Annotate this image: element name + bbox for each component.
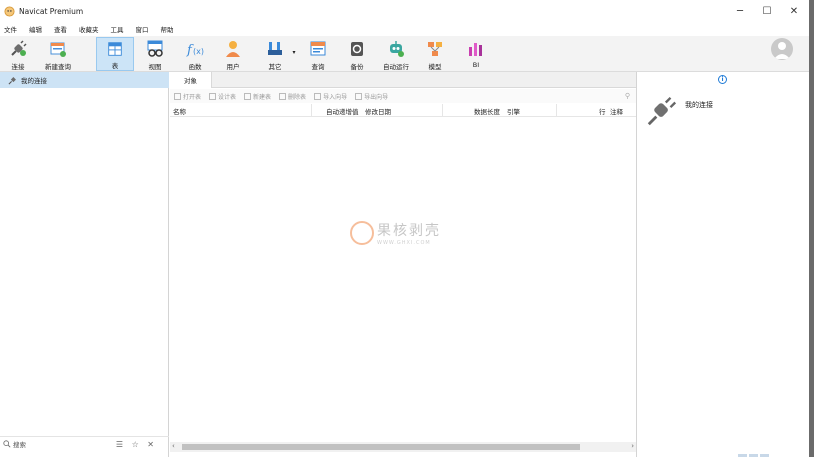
- watermark: 果核剥壳 WWW.GHXI.COM: [350, 220, 441, 246]
- tree-search-bar[interactable]: 搜索 ☰ ☆ ✕: [0, 436, 169, 451]
- object-panel: 对象 打开表 设计表 新建表 删除表 导入向导 导出向导 ⚲ 名称 自动递增值 …: [170, 72, 636, 457]
- plug-icon: [8, 76, 16, 84]
- design-table-button[interactable]: 设计表: [209, 92, 236, 101]
- column-modified-date[interactable]: 修改日期: [365, 104, 391, 117]
- table-icon: [108, 42, 122, 56]
- column-name[interactable]: 名称: [173, 104, 186, 117]
- view-button[interactable]: 视图: [140, 37, 170, 71]
- watermark-logo-icon: [350, 221, 374, 245]
- column-comment[interactable]: 注释: [610, 104, 623, 117]
- model-button[interactable]: 模型: [420, 37, 450, 71]
- import-wizard-button[interactable]: 导入向导: [314, 92, 347, 101]
- info-icon[interactable]: i: [718, 75, 727, 84]
- automation-label: 自动运行: [383, 63, 409, 71]
- object-list-header: 名称 自动递增值 修改日期 数据长度 引擎 行 注释: [170, 104, 636, 117]
- minimize-button[interactable]: ─: [727, 0, 753, 22]
- search-filter-icons[interactable]: ☰ ☆ ✕: [116, 440, 157, 449]
- menu-window[interactable]: 窗口: [136, 24, 149, 34]
- user-icon: [226, 41, 240, 57]
- menu-bar: 文件 编辑 查看 收藏夹 工具 窗口 帮助: [0, 22, 809, 36]
- connection-button[interactable]: 连接: [4, 37, 32, 71]
- scroll-right-icon[interactable]: ›: [631, 442, 634, 450]
- automation-button[interactable]: 自动运行: [379, 37, 413, 71]
- menu-help[interactable]: 帮助: [161, 24, 174, 34]
- table-button[interactable]: 表: [96, 37, 134, 71]
- table-label: 表: [111, 62, 119, 70]
- function-icon: f (x): [186, 43, 204, 58]
- new-query-icon: [50, 42, 66, 57]
- column-rows[interactable]: 行: [599, 104, 606, 117]
- navicat-logo-icon: [4, 5, 15, 17]
- function-button[interactable]: f (x) 函数: [180, 37, 210, 71]
- model-icon: [428, 42, 442, 56]
- tab-bar: 对象: [170, 72, 636, 88]
- tools-icon: [268, 42, 282, 55]
- scrollbar-thumb[interactable]: [182, 444, 580, 450]
- menu-favorites[interactable]: 收藏夹: [79, 24, 99, 34]
- menu-file[interactable]: 文件: [4, 24, 17, 34]
- info-connection: 我的连接: [645, 94, 713, 130]
- user-button[interactable]: 用户: [218, 37, 248, 71]
- robot-icon: [390, 41, 404, 57]
- other-dropdown-icon[interactable]: ▾: [290, 37, 298, 71]
- horizontal-scrollbar[interactable]: ‹ ›: [170, 442, 636, 452]
- other-label: 其它: [268, 63, 282, 71]
- status-indicators: [738, 452, 808, 457]
- search-input[interactable]: 搜索: [13, 439, 26, 449]
- column-data-length[interactable]: 数据长度: [474, 104, 500, 117]
- menu-view[interactable]: 查看: [54, 24, 67, 34]
- title-bar: Navicat Premium: [0, 0, 809, 22]
- main-toolbar: 连接 新建查询 表 视图 f (x) 函数 用户 其它 ▾ 查询 备份 自动运行…: [0, 36, 809, 72]
- delete-table-button[interactable]: 删除表: [279, 92, 306, 101]
- window-title: Navicat Premium: [19, 6, 84, 16]
- query-button[interactable]: 查询: [303, 37, 333, 71]
- open-table-button[interactable]: 打开表: [174, 92, 201, 101]
- new-query-button[interactable]: 新建查询: [40, 37, 76, 71]
- search-icon: [3, 440, 11, 448]
- bi-label: BI: [472, 61, 480, 69]
- tab-objects[interactable]: 对象: [170, 72, 212, 88]
- close-button[interactable]: ✕: [781, 0, 807, 22]
- query-icon: [310, 41, 326, 56]
- app-window: Navicat Premium ─ ☐ ✕ 文件 编辑 查看 收藏夹 工具 窗口…: [0, 0, 809, 457]
- export-wizard-button[interactable]: 导出向导: [355, 92, 388, 101]
- other-button[interactable]: 其它: [260, 37, 290, 71]
- view-icon: [147, 40, 163, 57]
- plug-icon: [11, 40, 27, 56]
- backup-icon: [351, 42, 363, 56]
- plug-icon: [647, 96, 677, 126]
- connection-item-label: 我的连接: [21, 77, 47, 85]
- connection-item[interactable]: 我的连接: [0, 72, 169, 88]
- new-query-label: 新建查询: [45, 63, 71, 71]
- watermark-text: 果核剥壳: [377, 223, 441, 239]
- avatar-icon: [774, 42, 790, 59]
- info-connection-label: 我的连接: [685, 101, 713, 109]
- scroll-left-icon[interactable]: ‹: [172, 442, 175, 450]
- user-avatar[interactable]: [771, 38, 793, 60]
- info-panel: i 我的连接: [636, 72, 809, 457]
- menu-edit[interactable]: 编辑: [29, 24, 42, 34]
- model-label: 模型: [428, 63, 442, 71]
- menu-tools[interactable]: 工具: [111, 24, 124, 34]
- connection-tree-panel: 我的连接 搜索 ☰ ☆ ✕: [0, 72, 169, 457]
- backup-button[interactable]: 备份: [342, 37, 372, 71]
- user-label: 用户: [226, 63, 240, 71]
- query-label: 查询: [311, 63, 325, 71]
- object-toolbar: 打开表 设计表 新建表 删除表 导入向导 导出向导 ⚲: [170, 89, 636, 103]
- bi-icon: [469, 43, 482, 56]
- function-label: 函数: [188, 63, 202, 71]
- svg-text:(x): (x): [193, 47, 204, 56]
- new-table-button[interactable]: 新建表: [244, 92, 271, 101]
- view-label: 视图: [148, 63, 162, 71]
- bi-button[interactable]: BI: [461, 37, 491, 71]
- object-search-icon[interactable]: ⚲: [625, 92, 630, 100]
- backup-label: 备份: [350, 63, 364, 71]
- connection-label: 连接: [11, 63, 25, 71]
- maximize-button[interactable]: ☐: [754, 0, 780, 22]
- column-auto-increment[interactable]: 自动递增值: [326, 104, 359, 117]
- watermark-url: WWW.GHXI.COM: [377, 240, 431, 246]
- column-engine[interactable]: 引擎: [507, 104, 520, 117]
